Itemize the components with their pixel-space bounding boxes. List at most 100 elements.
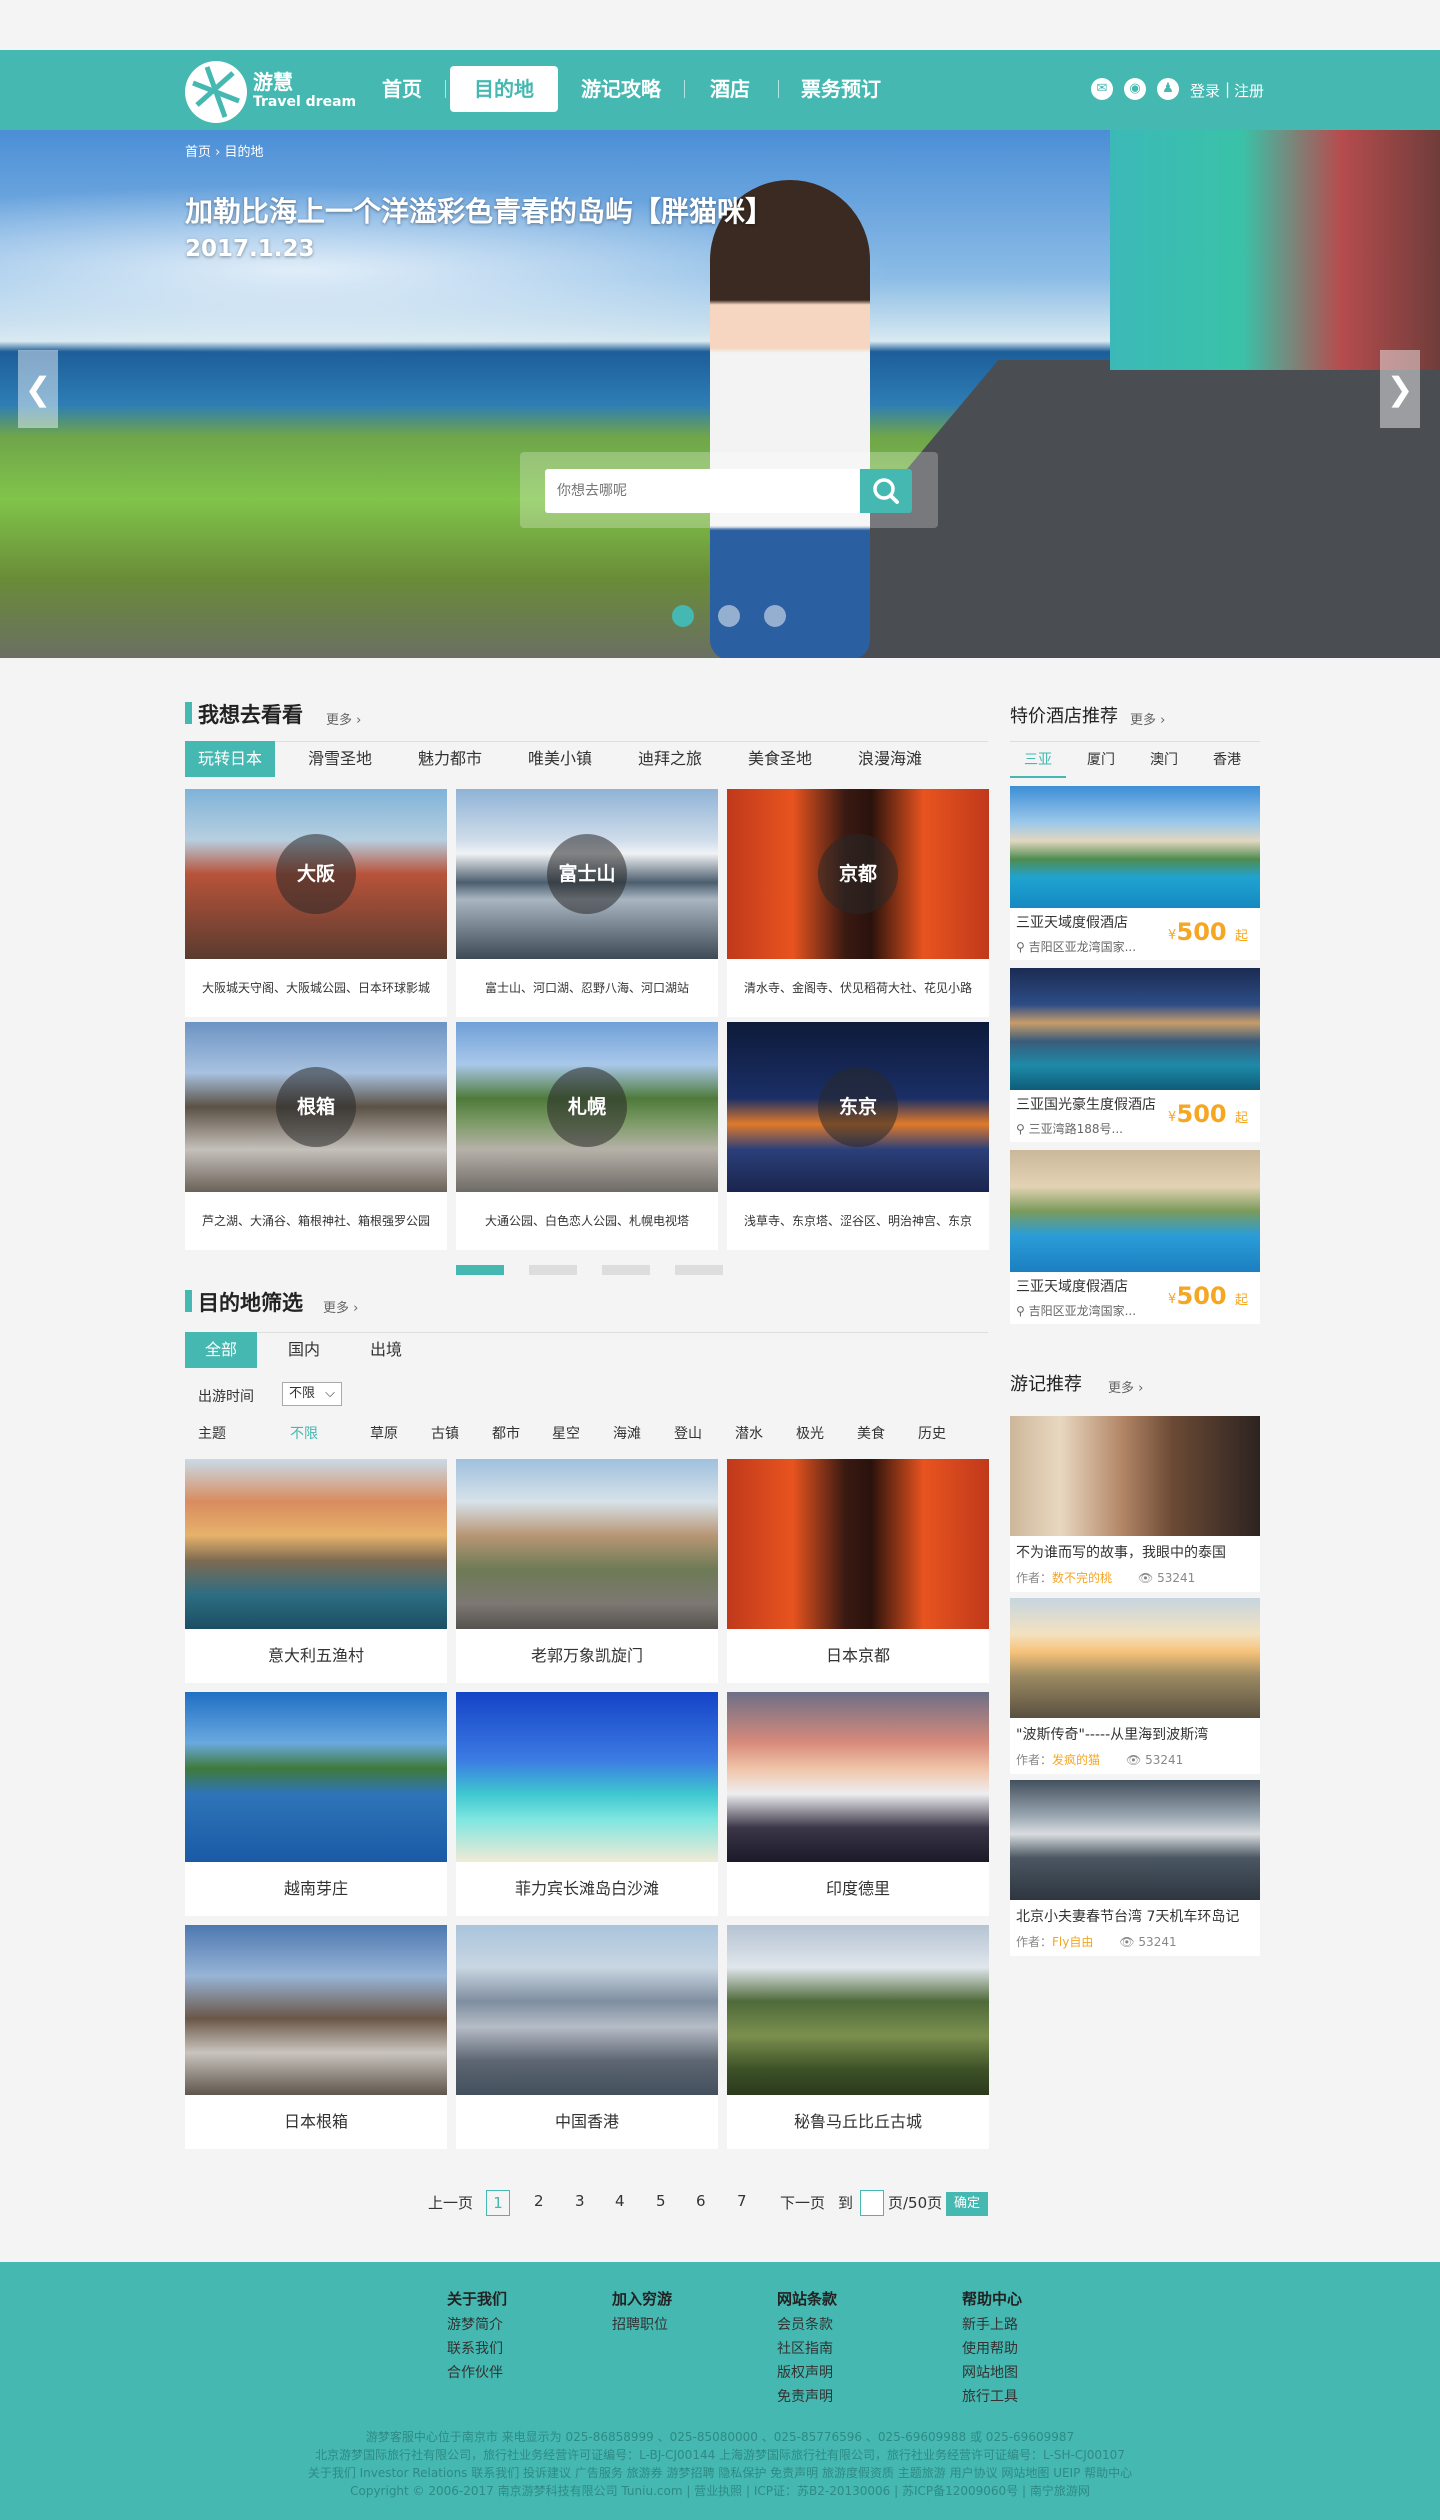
- theme-tag[interactable]: 美食: [857, 1423, 885, 1443]
- qq-icon[interactable]: ♟: [1157, 78, 1179, 100]
- more-link[interactable]: 更多 ›: [1108, 1377, 1143, 1396]
- carousel-next-button[interactable]: ❯: [1380, 350, 1420, 428]
- hotel-tab-sanya[interactable]: 三亚: [1010, 742, 1066, 778]
- page-number[interactable]: 5: [656, 2192, 666, 2210]
- more-link[interactable]: 更多 ›: [323, 1297, 358, 1316]
- footer-link[interactable]: 招聘职位: [612, 2314, 668, 2334]
- weibo-icon[interactable]: ◉: [1124, 78, 1146, 100]
- footer-link[interactable]: 社区指南: [777, 2338, 833, 2358]
- hotel-tab-macau[interactable]: 澳门: [1136, 742, 1192, 778]
- tab-town[interactable]: 唯美小镇: [515, 741, 605, 777]
- tab-abroad[interactable]: 出境: [350, 1332, 422, 1368]
- footer-link[interactable]: 旅行工具: [962, 2386, 1018, 2406]
- page-number[interactable]: 3: [575, 2192, 585, 2210]
- tab-domestic[interactable]: 国内: [268, 1332, 340, 1368]
- footer-link[interactable]: 会员条款: [777, 2314, 833, 2334]
- theme-tag[interactable]: 登山: [674, 1423, 702, 1443]
- destination-tile[interactable]: 日本根箱: [185, 1925, 447, 2149]
- logo-text[interactable]: 游慧: [253, 66, 293, 95]
- theme-tag[interactable]: 星空: [552, 1423, 580, 1443]
- note-author[interactable]: 数不完的桃: [1052, 1571, 1112, 1585]
- tab-ski[interactable]: 滑雪圣地: [295, 741, 385, 777]
- tab-all[interactable]: 全部: [185, 1332, 257, 1368]
- destination-card[interactable]: 大阪 大阪城天守阁、大阪城公园、日本环球影城: [185, 789, 447, 1017]
- footer-links-row[interactable]: 关于我们 Investor Relations 联系我们 投诉建议 广告服务 旅…: [0, 2464, 1440, 2481]
- logo-subtext[interactable]: Travel dream: [253, 94, 356, 110]
- theme-tag[interactable]: 都市: [492, 1423, 520, 1443]
- page-number[interactable]: 4: [615, 2192, 625, 2210]
- footer-link[interactable]: 联系我们: [447, 2338, 503, 2358]
- destination-card[interactable]: 东京 浅草寺、东京塔、涩谷区、明治神宫、东京: [727, 1022, 989, 1250]
- tab-dubai[interactable]: 迪拜之旅: [625, 741, 715, 777]
- note-author[interactable]: 发疯的猫: [1052, 1753, 1100, 1767]
- hotel-tab-xiamen[interactable]: 厦门: [1073, 742, 1129, 778]
- theme-tag[interactable]: 不限: [290, 1423, 318, 1443]
- page-number-current[interactable]: 1: [486, 2190, 510, 2216]
- nav-travel-guides[interactable]: 游记攻略: [576, 66, 666, 112]
- footer-link[interactable]: 新手上路: [962, 2314, 1018, 2334]
- tab-city[interactable]: 魅力都市: [405, 741, 495, 777]
- tab-japan[interactable]: 玩转日本: [185, 741, 275, 777]
- globe-logo-icon[interactable]: [185, 61, 247, 123]
- footer-link[interactable]: 合作伙伴: [447, 2362, 503, 2382]
- hotel-card[interactable]: 三亚天域度假酒店 ⚲ 吉阳区亚龙湾国家... ¥ 500 起: [1010, 1150, 1260, 1324]
- destination-tile[interactable]: 中国香港: [456, 1925, 718, 2149]
- page-number[interactable]: 2: [534, 2192, 544, 2210]
- theme-tag[interactable]: 历史: [918, 1423, 946, 1443]
- destination-tile[interactable]: 意大利五渔村: [185, 1459, 447, 1683]
- destination-card[interactable]: 京都 清水寺、金阁寺、伏见稻荷大社、花见小路: [727, 789, 989, 1017]
- pager-dot[interactable]: [456, 1265, 504, 1275]
- wechat-icon[interactable]: ✉: [1091, 78, 1113, 100]
- footer-link[interactable]: 网站地图: [962, 2362, 1018, 2382]
- destination-tile[interactable]: 越南芽庄: [185, 1692, 447, 1916]
- footer-link[interactable]: 使用帮助: [962, 2338, 1018, 2358]
- breadcrumb[interactable]: 首页 › 目的地: [185, 141, 263, 160]
- page-number[interactable]: 7: [737, 2192, 747, 2210]
- destination-tile[interactable]: 老郭万象凯旋门: [456, 1459, 718, 1683]
- theme-tag[interactable]: 草原: [370, 1423, 398, 1443]
- footer-link[interactable]: 免责声明: [777, 2386, 833, 2406]
- search-input[interactable]: [545, 469, 859, 513]
- tab-beach[interactable]: 浪漫海滩: [845, 741, 935, 777]
- travel-note-card[interactable]: "波斯传奇"-----从里海到波斯湾 作者：发疯的猫 👁 53241: [1010, 1598, 1260, 1774]
- destination-card[interactable]: 札幌 大通公园、白色恋人公园、札幌电视塔: [456, 1022, 718, 1250]
- hotel-card[interactable]: 三亚天域度假酒店 ⚲ 吉阳区亚龙湾国家... ¥ 500 起: [1010, 786, 1260, 960]
- nav-hotels[interactable]: 酒店: [700, 66, 760, 112]
- carousel-dot[interactable]: [764, 605, 786, 627]
- nav-destination[interactable]: 目的地: [450, 66, 558, 112]
- page-jump-button[interactable]: 确定: [946, 2192, 988, 2216]
- destination-card[interactable]: 根箱 芦之湖、大涌谷、箱根神社、箱根强罗公园: [185, 1022, 447, 1250]
- prev-page-link[interactable]: 上一页: [428, 2192, 473, 2213]
- footer-link[interactable]: 版权声明: [777, 2362, 833, 2382]
- footer-link[interactable]: 游梦简介: [447, 2314, 503, 2334]
- travel-note-card[interactable]: 北京小夫妻春节台湾 7天机车环岛记 作者：Fly自由 👁 53241: [1010, 1780, 1260, 1956]
- theme-tag[interactable]: 极光: [796, 1423, 824, 1443]
- search-button[interactable]: [860, 469, 912, 513]
- destination-tile[interactable]: 印度德里: [727, 1692, 989, 1916]
- tab-food[interactable]: 美食圣地: [735, 741, 825, 777]
- carousel-dot[interactable]: [718, 605, 740, 627]
- more-link[interactable]: 更多 ›: [1130, 709, 1165, 728]
- destination-tile[interactable]: 菲力宾长滩岛白沙滩: [456, 1692, 718, 1916]
- destination-card[interactable]: 富士山 富士山、河口湖、忍野八海、河口湖站: [456, 789, 718, 1017]
- pager-dot[interactable]: [529, 1265, 577, 1275]
- page-number[interactable]: 6: [696, 2192, 706, 2210]
- theme-tag[interactable]: 古镇: [431, 1423, 459, 1443]
- travel-note-card[interactable]: 不为谁而写的故事，我眼中的泰国 作者：数不完的桃 👁 53241: [1010, 1416, 1260, 1592]
- nav-home[interactable]: 首页: [372, 66, 432, 112]
- nav-tickets[interactable]: 票务预订: [796, 66, 886, 112]
- theme-tag[interactable]: 海滩: [613, 1423, 641, 1443]
- theme-tag[interactable]: 潜水: [735, 1423, 763, 1443]
- pager-dot[interactable]: [602, 1265, 650, 1275]
- next-page-link[interactable]: 下一页: [780, 2192, 825, 2213]
- pager-dot[interactable]: [675, 1265, 723, 1275]
- hotel-card[interactable]: 三亚国光豪生度假酒店 ⚲ 三亚湾路188号... ¥ 500 起: [1010, 968, 1260, 1142]
- more-link[interactable]: 更多 ›: [326, 709, 361, 728]
- carousel-prev-button[interactable]: ❮: [18, 350, 58, 428]
- travel-time-select[interactable]: 不限 ⌵: [282, 1382, 342, 1406]
- destination-tile[interactable]: 秘鲁马丘比丘古城: [727, 1925, 989, 2149]
- register-link[interactable]: 注册: [1234, 80, 1264, 101]
- hotel-tab-hongkong[interactable]: 香港: [1199, 742, 1255, 778]
- note-author[interactable]: Fly自由: [1052, 1935, 1093, 1949]
- destination-tile[interactable]: 日本京都: [727, 1459, 989, 1683]
